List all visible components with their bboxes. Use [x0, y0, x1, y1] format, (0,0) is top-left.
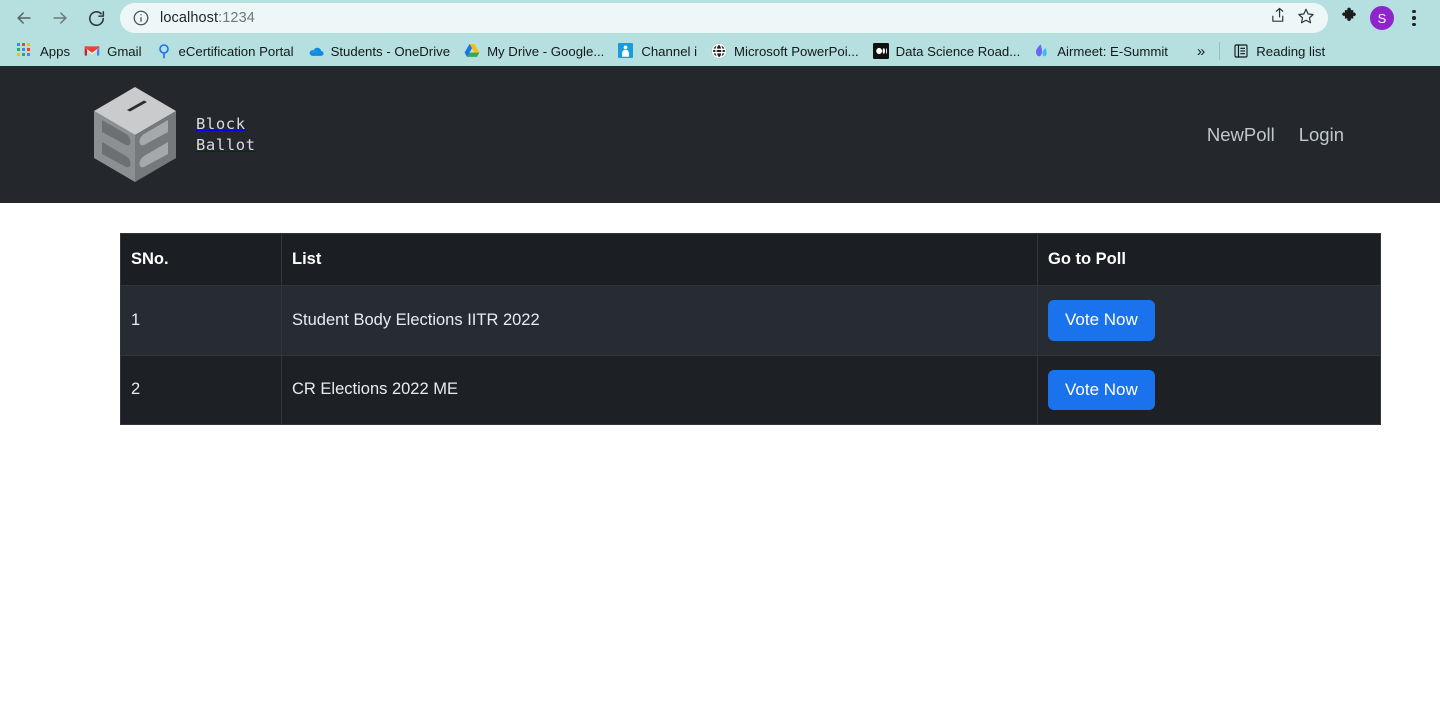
bookmark-apps[interactable]: Apps: [10, 40, 77, 62]
polls-table-body: 1 Student Body Elections IITR 2022 Vote …: [120, 285, 1381, 426]
brand-line-1: Block: [196, 114, 246, 133]
avatar: S: [1370, 6, 1394, 30]
ecertification-icon: [156, 43, 172, 59]
site-header: Block Ballot NewPoll Login: [0, 66, 1440, 203]
bookmark-label: Gmail: [107, 43, 142, 59]
bookmark-label: eCertification Portal: [178, 43, 294, 59]
url-port: :1234: [218, 10, 255, 26]
powerpoint-globe-icon: [711, 43, 727, 59]
polls-table-head: SNo. List Go to Poll: [120, 233, 1381, 286]
brand-line-2: Ballot: [196, 135, 256, 154]
back-arrow-icon: [14, 8, 34, 28]
extensions-button[interactable]: [1334, 2, 1366, 34]
reading-list-icon: [1233, 43, 1249, 59]
nav-link-login[interactable]: Login: [1299, 124, 1344, 146]
apps-grid-icon: [17, 43, 33, 59]
bookmark-label: Apps: [40, 43, 71, 59]
reload-icon: [87, 9, 106, 28]
cell-sno: 2: [120, 354, 282, 426]
star-icon: [1297, 7, 1315, 30]
forward-button[interactable]: [42, 2, 78, 34]
cell-list: Student Body Elections IITR 2022: [281, 285, 1038, 356]
table-row: 1 Student Body Elections IITR 2022 Vote …: [120, 285, 1381, 356]
chrome-menu-button[interactable]: [1398, 2, 1430, 34]
bookmark-label: Airmeet: E-Summit: [1057, 43, 1168, 59]
bookmark-label: Microsoft PowerPoi...: [734, 43, 859, 59]
toolbar-right-actions: S: [1328, 2, 1430, 34]
bookmark-my-drive-google[interactable]: My Drive - Google...: [457, 40, 611, 62]
bookmark-data-science-roadmap[interactable]: Data Science Road...: [866, 40, 1028, 62]
table-row: 2 CR Elections 2022 ME Vote Now: [120, 354, 1381, 426]
bookmark-button[interactable]: [1292, 5, 1320, 31]
channel-i-icon: [618, 43, 634, 59]
brand-logo-link[interactable]: Block Ballot: [92, 85, 256, 185]
profile-button[interactable]: S: [1366, 2, 1398, 34]
browser-toolbar: localhost:1234 S: [0, 0, 1440, 36]
column-header-list: List: [281, 233, 1038, 286]
vote-now-button[interactable]: Vote Now: [1048, 300, 1155, 341]
bookmark-ecertification-portal[interactable]: eCertification Portal: [149, 40, 301, 62]
bookmarks-overflow-button[interactable]: »: [1189, 41, 1213, 62]
three-dot-menu-icon: [1412, 9, 1416, 27]
reading-list-button[interactable]: Reading list: [1226, 40, 1332, 62]
page-content: Block Ballot NewPoll Login SNo. List Go …: [0, 66, 1440, 714]
url-host: localhost: [160, 10, 219, 26]
share-icon: [1270, 7, 1287, 29]
bookmark-airmeet-e-summit[interactable]: Airmeet: E-Summit: [1027, 40, 1175, 62]
cell-sno: 1: [120, 285, 282, 356]
polls-table: SNo. List Go to Poll 1 Student Body Elec…: [120, 233, 1381, 426]
bookmarks-bar: Apps Gmail eCertification Portal Student…: [0, 36, 1440, 66]
puzzle-piece-icon: [1341, 6, 1360, 30]
share-button[interactable]: [1264, 5, 1292, 31]
nav-link-newpoll[interactable]: NewPoll: [1207, 124, 1275, 146]
reload-button[interactable]: [78, 2, 114, 34]
medium-icon: [872, 43, 889, 59]
reading-list-label: Reading list: [1256, 43, 1326, 59]
main-content: SNo. List Go to Poll 1 Student Body Elec…: [0, 203, 1440, 426]
bookmark-label: Channel i: [641, 43, 698, 59]
gmail-icon: [84, 43, 100, 59]
bookmark-label: My Drive - Google...: [487, 43, 605, 59]
bookmark-label: Students - OneDrive: [330, 43, 451, 59]
back-button[interactable]: [6, 2, 42, 34]
airmeet-icon: [1034, 43, 1050, 59]
column-header-sno: SNo.: [120, 233, 282, 286]
bookmark-gmail[interactable]: Gmail: [77, 40, 148, 62]
vote-now-button[interactable]: Vote Now: [1048, 369, 1155, 411]
table-header-row: SNo. List Go to Poll: [120, 233, 1381, 286]
cell-list: CR Elections 2022 ME: [281, 354, 1038, 426]
bookmark-channel-i[interactable]: Channel i: [611, 40, 704, 62]
bookmarks-divider: [1219, 42, 1221, 60]
site-nav: NewPoll Login: [1207, 124, 1344, 146]
ballot-box-cube-logo: [92, 85, 178, 185]
bookmark-microsoft-powerpoint[interactable]: Microsoft PowerPoi...: [704, 40, 866, 62]
address-bar[interactable]: localhost:1234: [120, 3, 1328, 33]
bookmark-students-onedrive[interactable]: Students - OneDrive: [301, 40, 457, 62]
browser-chrome: localhost:1234 S Apps Gmail eCertificati…: [0, 0, 1440, 66]
address-bar-url[interactable]: localhost:1234: [160, 10, 1264, 26]
site-info-icon[interactable]: [132, 9, 150, 27]
column-header-go-to-poll: Go to Poll: [1037, 233, 1381, 286]
google-drive-icon: [464, 43, 480, 59]
onedrive-icon: [308, 43, 324, 59]
forward-arrow-icon: [50, 8, 70, 28]
brand-name: Block Ballot: [196, 114, 256, 156]
cell-action: Vote Now: [1037, 354, 1381, 426]
cell-action: Vote Now: [1037, 285, 1381, 356]
bookmark-label: Data Science Road...: [895, 43, 1021, 59]
